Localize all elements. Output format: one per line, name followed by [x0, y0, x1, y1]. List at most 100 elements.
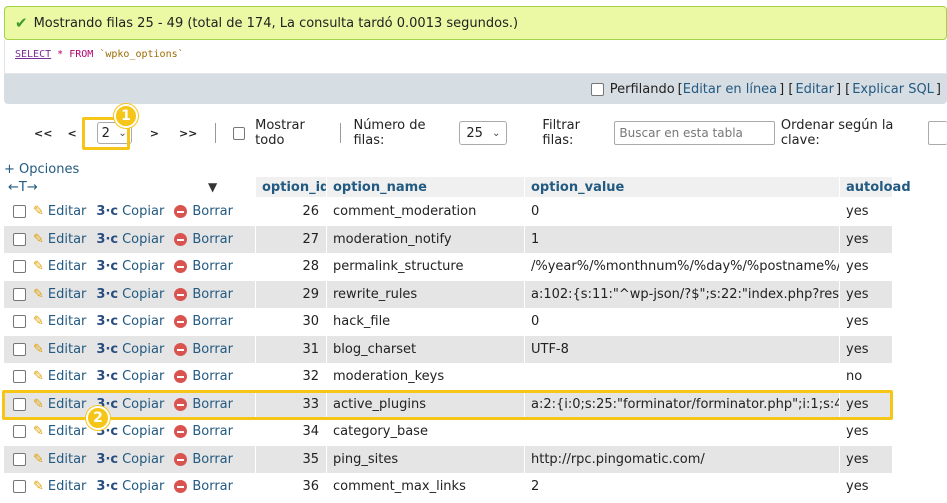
col-header-option-id[interactable]: option_id	[255, 177, 329, 197]
cell-option-name[interactable]: comment_moderation	[326, 198, 524, 225]
row-checkbox[interactable]	[13, 315, 26, 328]
edit-inline-link[interactable]: Editar en línea	[683, 82, 777, 97]
cell-option-id[interactable]: 30	[255, 308, 326, 335]
table-row[interactable]: ✎ Editar 3·c Copiar Borrar 33 active_plugins a:…	[4, 391, 892, 418]
cell-option-value[interactable]: a:102:{s:11:"^wp-json/?$";s:22:"index.ph…	[524, 281, 839, 308]
table-row[interactable]: ✎ Editar 3·c Copiar Borrar 35 ping_sites http:/…	[4, 446, 892, 473]
copy-button[interactable]: 3·c Copiar	[96, 287, 164, 302]
cell-option-value[interactable]: 2	[524, 473, 839, 500]
cell-autoload[interactable]: yes	[839, 226, 892, 253]
edit-button[interactable]: ✎ Editar	[33, 397, 86, 412]
col-header-option-value[interactable]: option_value	[524, 177, 839, 197]
cell-option-value[interactable]: 0	[524, 198, 839, 225]
edit-button[interactable]: ✎ Editar	[33, 479, 86, 494]
cell-autoload[interactable]: yes	[839, 391, 892, 418]
delete-button[interactable]: Borrar	[174, 479, 233, 494]
cell-option-value[interactable]: a:2:{i:0;s:25:"forminator/forminator.php…	[524, 391, 839, 418]
row-checkbox[interactable]	[13, 260, 26, 273]
copy-button[interactable]: 3·c Copiar	[96, 479, 164, 494]
table-row[interactable]: ✎ Editar 3·c Copiar Borrar 32 moderation_keys n…	[4, 363, 892, 390]
table-row[interactable]: ✎ Editar 3·c Copiar Borrar 30 hack_file 0 yes	[4, 308, 892, 335]
row-checkbox[interactable]	[13, 425, 26, 438]
delete-button[interactable]: Borrar	[174, 369, 233, 384]
cell-option-name[interactable]: rewrite_rules	[326, 281, 524, 308]
first-page-button[interactable]: <<	[34, 127, 52, 140]
cell-autoload[interactable]: yes	[839, 446, 892, 473]
cell-autoload[interactable]: yes	[839, 473, 892, 500]
cell-option-name[interactable]: category_base	[326, 418, 524, 445]
cell-autoload[interactable]: no	[839, 363, 892, 390]
copy-button[interactable]: 3·c Copiar	[96, 314, 164, 329]
show-all-checkbox[interactable]	[233, 126, 246, 140]
row-checkbox[interactable]	[13, 233, 26, 246]
delete-button[interactable]: Borrar	[174, 204, 233, 219]
edit-button[interactable]: ✎ Editar	[33, 369, 86, 384]
last-page-button[interactable]: >>	[179, 127, 197, 140]
prev-page-button[interactable]: <	[67, 127, 76, 140]
cell-option-id[interactable]: 36	[255, 473, 326, 500]
cell-option-name[interactable]: blog_charset	[326, 336, 524, 363]
cell-option-value[interactable]: /%year%/%monthnum%/%day%/%postname%/	[524, 253, 839, 280]
sort-key-select[interactable]	[928, 121, 947, 145]
table-row[interactable]: ✎ Editar 3·c Copiar Borrar 31 blog_charset UTF-…	[4, 336, 892, 363]
row-checkbox[interactable]	[13, 453, 26, 466]
cell-option-name[interactable]: comment_max_links	[326, 473, 524, 500]
cell-option-name[interactable]: ping_sites	[326, 446, 524, 473]
edit-button[interactable]: ✎ Editar	[33, 314, 86, 329]
table-row[interactable]: ✎ Editar 3·c Copiar Borrar 28 permalink_struct…	[4, 253, 892, 280]
cell-autoload[interactable]: yes	[839, 418, 892, 445]
cell-option-id[interactable]: 29	[255, 281, 326, 308]
cell-option-value[interactable]: 1	[524, 226, 839, 253]
row-checkbox[interactable]	[13, 480, 26, 493]
table-row[interactable]: ✎ Editar 3·c Copiar Borrar 36 comment_max_link…	[4, 473, 892, 500]
explain-sql-link[interactable]: Explicar SQL	[852, 82, 934, 97]
cell-option-value[interactable]: UTF-8	[524, 336, 839, 363]
table-row[interactable]: ✎ Editar 3·c Copiar Borrar 29 rewrite_rules a:1…	[4, 281, 892, 308]
cell-option-id[interactable]: 32	[255, 363, 326, 390]
delete-button[interactable]: Borrar	[174, 397, 233, 412]
cell-option-value[interactable]	[524, 418, 839, 445]
edit-button[interactable]: ✎ Editar	[33, 232, 86, 247]
cell-autoload[interactable]: yes	[839, 198, 892, 225]
delete-button[interactable]: Borrar	[174, 342, 233, 357]
edit-button[interactable]: ✎ Editar	[33, 424, 86, 439]
next-page-button[interactable]: >	[150, 127, 159, 140]
cell-option-id[interactable]: 35	[255, 446, 326, 473]
edit-button[interactable]: ✎ Editar	[33, 342, 86, 357]
copy-button[interactable]: 3·c Copiar	[96, 452, 164, 467]
table-row[interactable]: ✎ Editar 3·c Copiar Borrar 34 category_base yes	[4, 418, 892, 445]
col-header-autoload[interactable]: autoload	[839, 177, 911, 197]
delete-button[interactable]: Borrar	[174, 259, 233, 274]
cell-option-id[interactable]: 27	[255, 226, 326, 253]
profiling-checkbox[interactable]	[590, 82, 604, 96]
rows-count-select[interactable]: 25 ⌄	[459, 121, 508, 145]
delete-button[interactable]: Borrar	[174, 452, 233, 467]
cell-option-value[interactable]: 0	[524, 308, 839, 335]
cell-option-name[interactable]: permalink_structure	[326, 253, 524, 280]
table-row[interactable]: ✎ Editar 3·c Copiar Borrar 26 comment_moderati…	[4, 198, 892, 225]
cell-autoload[interactable]: yes	[839, 281, 892, 308]
copy-button[interactable]: 3·c Copiar	[96, 232, 164, 247]
cell-option-id[interactable]: 26	[255, 198, 326, 225]
cell-option-name[interactable]: moderation_notify	[326, 226, 524, 253]
edit-button[interactable]: ✎ Editar	[33, 204, 86, 219]
table-row[interactable]: ✎ Editar 3·c Copiar Borrar 27 moderation_notif…	[4, 226, 892, 253]
delete-button[interactable]: Borrar	[174, 424, 233, 439]
sql-select-keyword[interactable]: SELECT	[15, 49, 51, 60]
row-checkbox[interactable]	[13, 370, 26, 383]
filter-rows-input[interactable]: Buscar en esta tabla	[614, 121, 775, 145]
cell-option-id[interactable]: 31	[255, 336, 326, 363]
cell-option-name[interactable]: hack_file	[326, 308, 524, 335]
edit-button[interactable]: ✎ Editar	[33, 287, 86, 302]
copy-button[interactable]: 3·c Copiar	[96, 204, 164, 219]
options-link[interactable]: + Opciones	[4, 162, 79, 177]
edit-link[interactable]: Editar	[795, 82, 834, 97]
sort-caret-icon[interactable]: ▼	[208, 180, 217, 194]
cell-option-value[interactable]	[524, 363, 839, 390]
col-header-option-name[interactable]: option_name	[326, 177, 524, 197]
cell-option-id[interactable]: 34	[255, 418, 326, 445]
edit-button[interactable]: ✎ Editar	[33, 259, 86, 274]
copy-button[interactable]: 3·c Copiar	[96, 259, 164, 274]
column-arrows-icon[interactable]: ←T→	[8, 180, 38, 195]
edit-button[interactable]: ✎ Editar	[33, 452, 86, 467]
